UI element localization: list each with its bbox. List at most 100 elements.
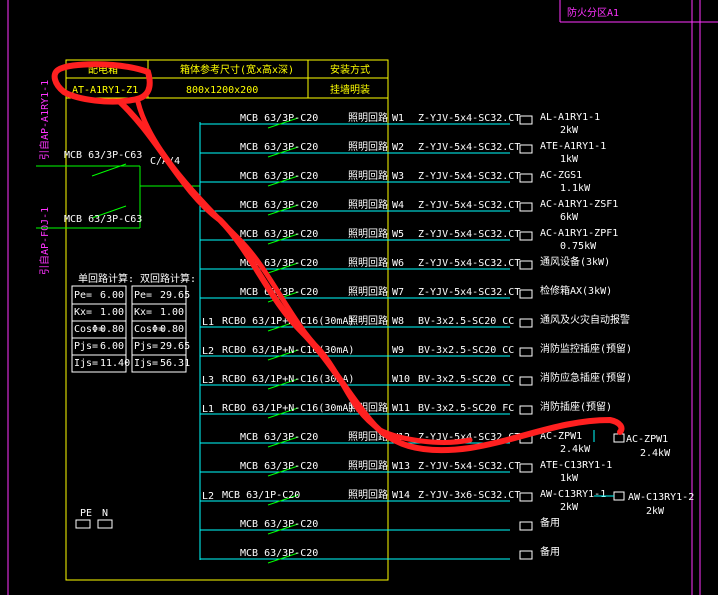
calc-key: Ijs= — [134, 358, 158, 369]
circuit-kind: 照明回路 — [348, 314, 388, 327]
extra-load-2-kw: 2kW — [646, 506, 665, 517]
circuit-breaker: MCB 63/3P-C20 — [240, 519, 318, 530]
circuit-number: W9 — [392, 345, 404, 356]
circuit-phase: L3 — [202, 375, 214, 386]
load-symbol — [519, 463, 533, 473]
feeder-2-label: 引自AP-F0J-1 — [38, 207, 51, 275]
header-col3: 安装方式 — [330, 63, 370, 76]
calc-val-dual: 29.65 — [160, 290, 190, 301]
load-symbol — [519, 550, 533, 560]
calc-val-single: 11.40 — [100, 358, 130, 369]
load-symbol — [519, 347, 533, 357]
load-symbol — [519, 318, 533, 328]
circuit-row: MCB 63/3P-C20 备用 — [200, 545, 560, 564]
load-symbol — [519, 173, 533, 183]
load-symbol — [519, 202, 533, 212]
circuit-phase: L1 — [202, 317, 214, 328]
feeder-1-label: 引自AP-A1RY1-1 — [38, 80, 51, 160]
circuit-cable: Z-YJV-3x6-SC32.CT — [418, 490, 520, 501]
zone-label: 防火分区A1 — [567, 6, 619, 19]
calc-val-single: 0.80 — [100, 324, 124, 335]
circuit-kind: 照明回路 — [348, 459, 388, 472]
circuit-breaker: MCB 63/3P-C20 — [240, 229, 318, 240]
calc-key: Pjs= — [74, 341, 98, 352]
circuit-phase: L2 — [202, 346, 214, 357]
circuit-kind: 照明回路 — [348, 256, 388, 269]
circuit-cable: Z-YJV-5x4-SC32.CT — [418, 287, 520, 298]
circuit-cable: BV-3x2.5-SC20 CC — [418, 345, 514, 356]
load-symbol — [519, 231, 533, 241]
circuit-kw: 2kW — [560, 502, 579, 513]
circuit-number: W5 — [392, 229, 404, 240]
circuit-cable: BV-3x2.5-SC20 CC — [418, 316, 514, 327]
circuit-breaker: MCB 63/3P-C20 — [240, 171, 318, 182]
load-symbol — [519, 405, 533, 415]
circuit-load: 通风及火灾自动报警 — [540, 313, 630, 326]
calc-val-single: 1.00 — [100, 307, 124, 318]
circuit-cable: Z-YJV-5x4-SC32.CT — [418, 461, 520, 472]
circuit-kw: 0.75kW — [560, 241, 597, 252]
circuit-breaker: MCB 63/3P-C20 — [240, 142, 318, 153]
circuit-kind: 照明回路 — [348, 488, 388, 501]
circuit-load: ATE-C13RY1-1 — [540, 460, 612, 471]
pe-label: PE — [80, 508, 92, 519]
load-symbol — [519, 260, 533, 270]
calc-key: Pjs= — [134, 341, 158, 352]
circuit-load: 备用 — [540, 545, 560, 558]
box-size: 800x1200x200 — [186, 85, 258, 96]
circuit-list: MCB 63/3P-C20 照明回路 W1 Z-YJV-5x4-SC32.CT AL-A… — [200, 111, 632, 564]
incoming-feeders: 引自AP-A1RY1-1 引自AP-F0J-1 MCB 63/3P-C63 MC… — [36, 80, 200, 275]
circuit-kind: 照明回路 — [348, 198, 388, 211]
load-symbol — [519, 521, 533, 531]
calc-val-single: 6.00 — [100, 341, 124, 352]
load-symbol — [519, 376, 533, 386]
circuit-load: AC-A1RY1-ZSF1 — [540, 199, 618, 210]
circuit-row: MCB 63/3P-C20 照明回路 W13 Z-YJV-5x4-SC32.CT ATE… — [200, 459, 612, 484]
calc-key: Kx= — [134, 307, 152, 318]
circuit-cable: Z-YJV-5x4-SC32.CT — [418, 171, 520, 182]
calc-tables: 单回路计算: 双回路计算: Pe= 6.00 Pe= 29.65 Kx= 1.00 Kx= 1… — [71, 272, 196, 373]
circuit-load: 检修箱AX(3kW) — [540, 284, 612, 297]
circuit-number: W2 — [392, 142, 404, 153]
circuit-number: W6 — [392, 258, 404, 269]
circuit-breaker: MCB 63/1P-C20 — [222, 490, 300, 501]
circuit-cable: Z-YJV-5x4-SC32.CT — [418, 229, 520, 240]
load-symbol — [519, 492, 533, 502]
circuit-number: W10 — [392, 374, 410, 385]
circuit-kw: 1kW — [560, 154, 579, 165]
circuit-load: AL-A1RY1-1 — [540, 112, 600, 123]
pe-n-terminals: PE N — [75, 508, 113, 529]
incoming-breaker-1: MCB 63/3P-C63 — [64, 150, 142, 161]
calc-left-title: 单回路计算: — [78, 272, 134, 285]
red-markup-annotation — [51, 61, 625, 454]
circuit-kind: 照明回路 — [348, 140, 388, 153]
circuit-number: W7 — [392, 287, 404, 298]
circuit-load: ATE-A1RY1-1 — [540, 141, 606, 152]
load-symbol — [519, 144, 533, 154]
circuit-load: 消防应急插座(预留) — [540, 371, 632, 384]
circuit-kw: 2.4kW — [560, 444, 591, 455]
circuit-number: W11 — [392, 403, 410, 414]
circuit-breaker: MCB 63/3P-C20 — [240, 461, 318, 472]
circuit-kw: 6kW — [560, 212, 579, 223]
calc-val-dual: 0.80 — [160, 324, 184, 335]
box-install: 挂墙明装 — [330, 83, 370, 96]
extra-load-2: AW-C13RY1-2 — [628, 492, 694, 503]
calc-key: Pe= — [74, 290, 92, 301]
circuit-kw: 2kW — [560, 125, 579, 136]
calc-key: Pe= — [134, 290, 152, 301]
extra-loads: AC-ZPW1 2.4kW AW-C13RY1-2 2kW — [593, 430, 694, 517]
circuit-cable: Z-YJV-5x4-SC32.CT — [418, 258, 520, 269]
circuit-cable: BV-3x2.5-SC20 FC — [418, 403, 514, 414]
circuit-row: L2 RCBO 63/1P+N-C16(30mA) W9 BV-3x2.5-SC20 … — [200, 342, 632, 361]
box-id: AT-A1RY1-Z1 — [72, 85, 138, 96]
circuit-breaker: MCB 63/3P-C20 — [240, 548, 318, 559]
circuit-kind: 照明回路 — [348, 169, 388, 182]
circuit-row: L2 MCB 63/1P-C20 照明回路 W14 Z-YJV-3x6-SC32.CT A… — [200, 488, 606, 513]
calc-val-dual: 29.65 — [160, 341, 190, 352]
cad-canvas: 防火分区A1 配电箱 箱体参考尺寸(宽x高x深) 安装方式 AT-A1RY1-Z… — [0, 0, 718, 595]
circuit-load: AW-C13RY1-1 — [540, 489, 606, 500]
load-symbol — [519, 115, 533, 125]
circuit-cable: Z-YJV-5x4-SC32.CT — [418, 200, 520, 211]
circuit-row: L1 RCBO 63/1P+N-C16(30mA)照明回路 W11 BV-3x2.5-… — [200, 400, 612, 419]
